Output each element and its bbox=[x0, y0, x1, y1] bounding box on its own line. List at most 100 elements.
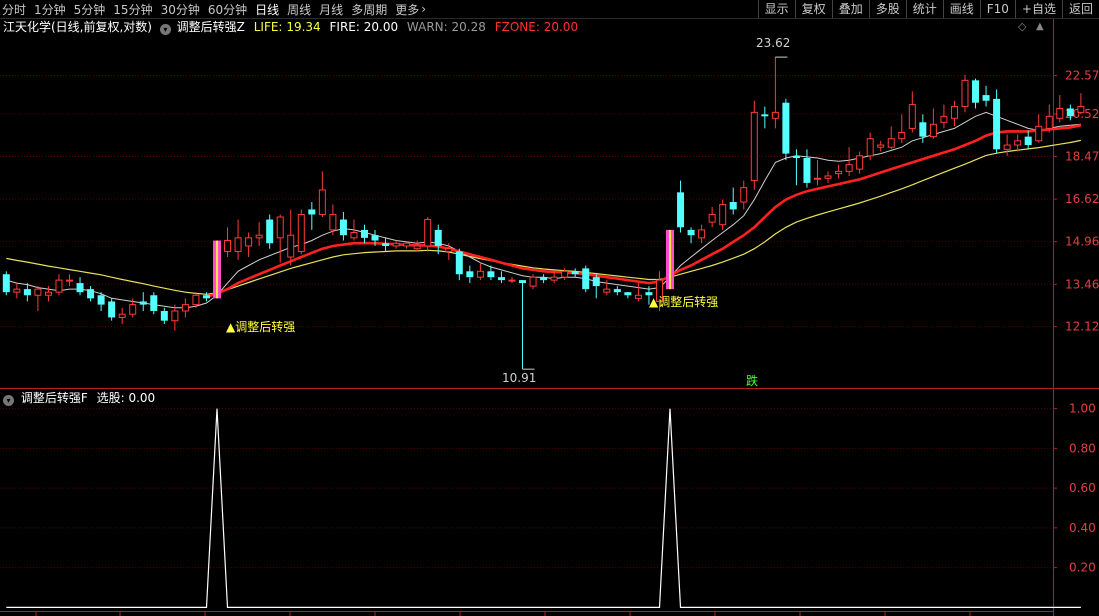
select-value: 0.00 bbox=[128, 391, 156, 405]
indicator-name: 调整后转强Z bbox=[176, 20, 245, 34]
candle-body bbox=[582, 268, 590, 290]
candle-body bbox=[202, 295, 210, 299]
candle-body bbox=[877, 144, 885, 148]
y-tick-label: 1.00 bbox=[1069, 402, 1096, 416]
candle-body bbox=[929, 123, 937, 138]
candle-body bbox=[1077, 106, 1085, 113]
candle-body bbox=[224, 240, 232, 252]
warn-value: 20.28 bbox=[451, 20, 486, 34]
warn-label: WARN: bbox=[406, 20, 448, 34]
candle-body bbox=[192, 294, 200, 306]
select-signal-line bbox=[6, 408, 1081, 609]
candle-body bbox=[139, 301, 147, 305]
candle-body bbox=[1014, 140, 1022, 146]
candle-body bbox=[44, 291, 52, 296]
candle-body bbox=[771, 111, 779, 119]
candle-body bbox=[887, 138, 895, 148]
life-line bbox=[206, 124, 1082, 299]
candle-body bbox=[1066, 108, 1074, 117]
candle-body bbox=[687, 229, 695, 236]
candle-body bbox=[961, 79, 969, 108]
candle-body bbox=[55, 279, 63, 293]
candle-body bbox=[234, 237, 242, 252]
sub-legend: ▾ 调整后转强F 选股: 0.00 bbox=[3, 391, 155, 406]
candle-body bbox=[371, 235, 379, 241]
sub-indicator-name: 调整后转强F bbox=[20, 391, 88, 405]
candle-body bbox=[792, 155, 800, 158]
candle-body bbox=[1056, 107, 1064, 119]
candle-body bbox=[845, 164, 853, 172]
kline-chart: 12.1213.4614.9616.6218.4720.5222.570.200… bbox=[0, 19, 1099, 616]
candle-body bbox=[982, 95, 990, 101]
signal-bar-core bbox=[669, 229, 672, 290]
candle-body bbox=[245, 237, 253, 247]
candle-body bbox=[624, 292, 632, 296]
chevron-down-icon[interactable]: ▾ bbox=[3, 395, 14, 406]
candle-body bbox=[108, 301, 116, 318]
select-label: 选股: bbox=[96, 391, 125, 405]
candle-body bbox=[434, 229, 442, 246]
candle-body bbox=[803, 157, 811, 183]
candle-body bbox=[34, 288, 42, 296]
candle-body bbox=[476, 270, 484, 278]
candle-body bbox=[76, 283, 84, 293]
candle-body bbox=[297, 213, 305, 252]
candle-body bbox=[908, 104, 916, 129]
y-tick-label: 22.57 bbox=[1065, 68, 1099, 82]
fire-value: 20.00 bbox=[363, 20, 399, 34]
candle-body bbox=[308, 209, 316, 215]
candle-body bbox=[150, 295, 158, 311]
y-tick-label: 0.40 bbox=[1069, 521, 1096, 535]
life-label: LIFE: bbox=[253, 20, 283, 34]
candle-body bbox=[613, 289, 621, 293]
fzone-label: FZONE: bbox=[494, 20, 540, 34]
candle-body bbox=[824, 175, 832, 179]
candle-body bbox=[634, 294, 642, 299]
candle-body bbox=[487, 271, 495, 278]
y-tick-label: 13.46 bbox=[1065, 277, 1099, 291]
candle-body bbox=[23, 289, 31, 296]
candle-body bbox=[1003, 144, 1011, 150]
y-tick-label: 14.96 bbox=[1065, 235, 1099, 249]
candle-body bbox=[2, 274, 10, 293]
candle-body bbox=[181, 304, 189, 312]
candle-body bbox=[719, 203, 727, 226]
candle-body bbox=[97, 295, 105, 305]
candle-body bbox=[550, 276, 558, 281]
candle-body bbox=[519, 280, 527, 284]
candle-body bbox=[698, 229, 706, 239]
candle-body bbox=[940, 115, 948, 123]
die-badge: 跌 bbox=[746, 374, 759, 388]
candle-body bbox=[1024, 136, 1032, 146]
chevron-down-icon[interactable]: ▾ bbox=[159, 24, 171, 35]
candle-body bbox=[866, 138, 874, 157]
low-price-label: 10.91 bbox=[502, 371, 537, 385]
y-tick-label: 18.47 bbox=[1065, 149, 1099, 163]
candle-body bbox=[445, 248, 453, 252]
y-tick-label: 0.60 bbox=[1069, 481, 1096, 495]
candle-body bbox=[592, 277, 600, 287]
candle-body bbox=[729, 202, 737, 210]
candle-body bbox=[87, 289, 95, 299]
candle-body bbox=[360, 229, 368, 238]
candle-body bbox=[497, 277, 505, 281]
candle-body bbox=[561, 270, 569, 278]
candle-body bbox=[382, 243, 390, 246]
candle-body bbox=[750, 111, 758, 182]
candle-body bbox=[287, 234, 295, 258]
candle-body bbox=[919, 122, 927, 137]
y-tick-label: 12.12 bbox=[1065, 320, 1099, 334]
candle-body bbox=[350, 232, 358, 239]
diamond-icon[interactable]: ◇ bbox=[1018, 20, 1026, 34]
candle-body bbox=[508, 279, 516, 282]
candle-body bbox=[276, 216, 284, 239]
main-legend: 江天化学(日线,前复权,对数) ▾ 调整后转强Z LIFE: 19.34 FIR… bbox=[3, 20, 578, 35]
signal-bar-core bbox=[216, 240, 218, 299]
life-value: 19.34 bbox=[286, 20, 321, 34]
candle-body bbox=[392, 242, 400, 247]
collapse-icon[interactable]: ▲ bbox=[1036, 20, 1044, 34]
candle-body bbox=[171, 310, 179, 322]
candle-body bbox=[529, 276, 537, 287]
candle-body bbox=[677, 192, 685, 228]
y-tick-label: 0.80 bbox=[1069, 441, 1096, 455]
